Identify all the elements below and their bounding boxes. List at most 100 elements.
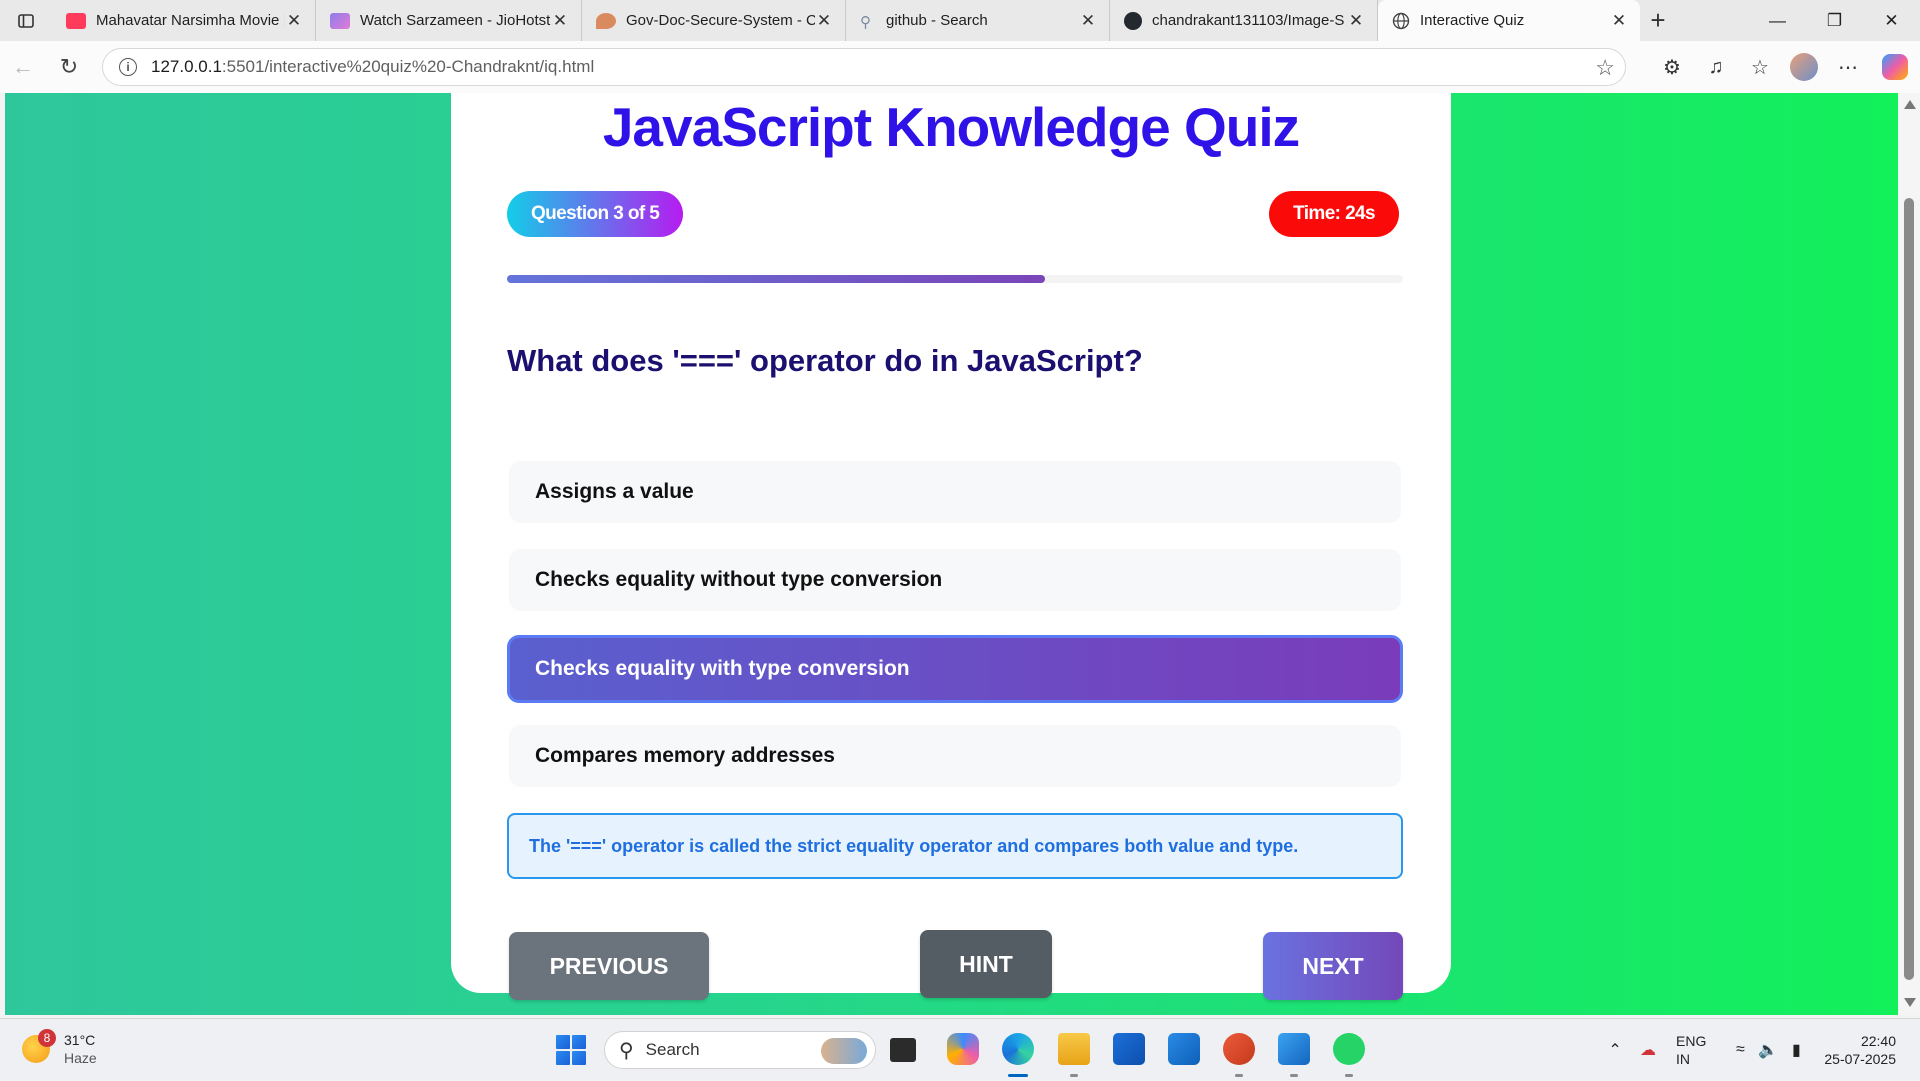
url-field[interactable]: i 127.0.0.1:5501/interactive%20quiz%20-C… xyxy=(102,48,1626,86)
address-bar-row: ← ↻ i 127.0.0.1:5501/interactive%20quiz%… xyxy=(0,41,1920,93)
task-view-icon[interactable] xyxy=(890,1038,916,1062)
restore-button[interactable]: ❐ xyxy=(1806,0,1863,41)
edge-active-indicator xyxy=(1008,1074,1028,1077)
close-icon[interactable]: ✕ xyxy=(1079,11,1097,31)
tab-title: Watch Sarzameen - JioHotst xyxy=(360,12,551,29)
option-4[interactable]: Compares memory addresses xyxy=(509,725,1401,787)
profile-avatar[interactable] xyxy=(1790,53,1818,81)
language-indicator[interactable]: ENG IN xyxy=(1676,1032,1706,1068)
scroll-up-arrow[interactable] xyxy=(1904,100,1916,109)
whatsapp-icon[interactable] xyxy=(1333,1033,1365,1065)
copilot-icon[interactable] xyxy=(1882,54,1908,80)
system-tray: ⌃ ☁ ENG IN ≈ 🔈 ▮ 22:40 25-07-2025 xyxy=(1600,1019,1920,1081)
running-indicator xyxy=(1235,1074,1243,1077)
tab-title: Mahavatar Narsimha Movie | xyxy=(96,12,285,29)
battery-icon[interactable]: ▮ xyxy=(1782,1040,1810,1060)
weather-description: Haze xyxy=(64,1050,97,1066)
clock-date: 25-07-2025 xyxy=(1824,1051,1896,1067)
option-1[interactable]: Assigns a value xyxy=(509,461,1401,523)
taskbar: 8 31°C Haze ⚲ Search ⌃ ☁ ENG IN ≈ 🔈 ▮ 22… xyxy=(0,1018,1920,1080)
favorite-star-icon[interactable]: ☆ xyxy=(1595,55,1615,81)
next-button[interactable]: NEXT xyxy=(1263,932,1403,1000)
close-icon[interactable]: ✕ xyxy=(1347,11,1365,31)
jiohotstar-icon xyxy=(330,12,350,29)
search-icon: ⚲ xyxy=(619,1039,634,1062)
edge-icon[interactable] xyxy=(1002,1033,1034,1065)
feedback-message: The '===' operator is called the strict … xyxy=(507,813,1403,879)
copilot-app-icon[interactable] xyxy=(947,1033,979,1065)
favorites-icon[interactable]: ☆ xyxy=(1738,55,1782,80)
running-indicator xyxy=(1345,1074,1353,1077)
taskbar-search-label: Search xyxy=(645,1040,700,1059)
powerpoint-icon[interactable] xyxy=(1223,1033,1255,1065)
tab-title: Interactive Quiz xyxy=(1420,12,1525,29)
more-menu-icon[interactable]: ⋯ xyxy=(1826,55,1870,80)
clock-time: 22:40 xyxy=(1860,1033,1896,1049)
running-indicator xyxy=(1290,1074,1298,1077)
close-icon[interactable]: ✕ xyxy=(285,11,303,31)
page-viewport: JavaScript Knowledge Quiz Question 3 of … xyxy=(5,93,1898,1015)
weather-widget[interactable]: 8 31°C Haze xyxy=(22,1029,97,1067)
wifi-icon[interactable]: ≈ xyxy=(1726,1041,1754,1059)
tab-claude[interactable]: Gov-Doc-Secure-System - Cl ✕ xyxy=(582,0,846,41)
onedrive-icon[interactable]: ☁ xyxy=(1630,1040,1666,1060)
microsoft-store-icon[interactable] xyxy=(1113,1033,1145,1065)
quiz-title: JavaScript Knowledge Quiz xyxy=(602,96,1300,158)
clock[interactable]: 22:40 25-07-2025 xyxy=(1824,1032,1896,1068)
claude-icon xyxy=(596,12,616,29)
close-window-button[interactable]: ✕ xyxy=(1863,0,1920,41)
tab-github-search[interactable]: ⚲ github - Search ✕ xyxy=(846,0,1110,41)
github-icon xyxy=(1124,11,1142,30)
tab-title: github - Search xyxy=(886,12,988,29)
option-2[interactable]: Checks equality without type conversion xyxy=(509,549,1401,611)
vscode-icon[interactable] xyxy=(1278,1033,1310,1065)
taskbar-search[interactable]: ⚲ Search xyxy=(604,1031,876,1069)
scroll-thumb[interactable] xyxy=(1904,198,1914,980)
notification-badge: 8 xyxy=(38,1029,56,1047)
option-3-selected[interactable]: Checks equality with type conversion xyxy=(507,635,1403,703)
tab-jiohotstar[interactable]: Watch Sarzameen - JioHotst ✕ xyxy=(316,0,582,41)
read-aloud-icon[interactable]: ♫ xyxy=(1694,56,1738,79)
extensions-icon[interactable]: ⚙ xyxy=(1650,55,1694,80)
url-path: :5501/interactive%20quiz%20-Chandraknt/i… xyxy=(221,57,595,76)
question-counter-badge: Question 3 of 5 xyxy=(507,191,684,237)
chevron-up-icon[interactable]: ⌃ xyxy=(1600,1040,1630,1060)
tab-title: Gov-Doc-Secure-System - Cl xyxy=(626,12,815,29)
tab-youtube[interactable]: Mahavatar Narsimha Movie | ✕ xyxy=(52,0,316,41)
tab-actions-button[interactable] xyxy=(0,0,52,41)
new-tab-button[interactable]: + xyxy=(1640,5,1676,36)
tab-interactive-quiz[interactable]: Interactive Quiz ✕ xyxy=(1378,0,1640,41)
scroll-down-arrow[interactable] xyxy=(1904,998,1916,1007)
weather-icon: 8 xyxy=(22,1029,56,1063)
close-icon[interactable]: ✕ xyxy=(815,11,833,31)
hint-button[interactable]: HINT xyxy=(920,930,1052,998)
start-button[interactable] xyxy=(556,1035,586,1065)
globe-icon xyxy=(1392,12,1410,29)
window-controls: — ❐ ✕ xyxy=(1749,0,1920,41)
plus-icon: + xyxy=(1650,5,1666,35)
url-host: 127.0.0.1 xyxy=(151,57,222,76)
running-indicator xyxy=(1070,1074,1078,1077)
quiz-container: JavaScript Knowledge Quiz Question 3 of … xyxy=(451,93,1451,1000)
tab-actions-icon xyxy=(18,13,34,28)
minimize-button[interactable]: — xyxy=(1749,0,1806,41)
weather-temperature: 31°C xyxy=(64,1032,96,1048)
refresh-button[interactable]: ↻ xyxy=(46,54,92,80)
timer-badge: Time: 24s xyxy=(1269,191,1399,237)
vertical-scrollbar[interactable] xyxy=(1898,93,1920,1015)
info-icon[interactable]: i xyxy=(119,58,137,76)
file-explorer-icon[interactable] xyxy=(1058,1033,1090,1065)
outlook-icon[interactable] xyxy=(1168,1033,1200,1065)
progress-fill xyxy=(507,275,1045,283)
previous-button[interactable]: PREVIOUS xyxy=(509,932,709,1000)
language-code: ENG xyxy=(1676,1033,1707,1049)
search-icon: ⚲ xyxy=(860,13,871,31)
volume-icon[interactable]: 🔈 xyxy=(1754,1040,1782,1060)
url-text: 127.0.0.1:5501/interactive%20quiz%20-Cha… xyxy=(151,57,594,77)
tab-github-repo[interactable]: chandrakant131103/Image-S ✕ xyxy=(1110,0,1378,41)
browser-toolbar: ⚙ ♫ ☆ ⋯ xyxy=(1650,41,1920,93)
close-icon[interactable]: ✕ xyxy=(551,11,569,31)
close-icon[interactable]: ✕ xyxy=(1610,11,1628,31)
youtube-icon xyxy=(66,12,86,29)
back-button[interactable]: ← xyxy=(0,54,46,80)
